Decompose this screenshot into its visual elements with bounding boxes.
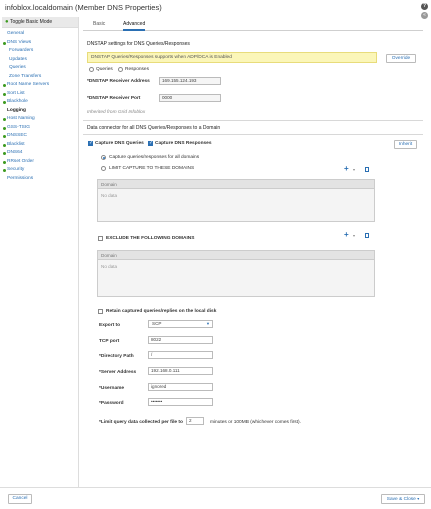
tcp-port-field[interactable]: 8022 <box>148 336 213 344</box>
sidebar-item[interactable]: Root Name Servers <box>2 81 78 90</box>
inherit-button[interactable]: Inherit <box>394 140 417 149</box>
footer: Cancel Save & Close ▾ <box>0 487 431 509</box>
exclude-domains-label: EXCLUDE THE FOLLOWING DOMAINS <box>106 236 195 241</box>
capture-responses-checkbox[interactable] <box>148 140 153 146</box>
retain-label: Retain captured queries/replies on the l… <box>106 309 217 314</box>
limit-domains-label: LIMIT CAPTURE TO THESE DOMAINS <box>109 166 195 171</box>
window-title: infoblox.localdomain (Member DNS Propert… <box>5 3 162 12</box>
inherited-note: Inherited from Grid Infoblox <box>87 110 146 115</box>
help-icon[interactable]: ? <box>421 3 428 10</box>
sidebar-item[interactable]: Blacklist <box>2 141 78 150</box>
queries-label: Queries <box>96 67 113 72</box>
cancel-button[interactable]: Cancel <box>8 494 32 504</box>
retain-checkbox[interactable] <box>98 309 103 314</box>
title-bar: infoblox.localdomain (Member DNS Propert… <box>0 0 431 19</box>
server-address-label: *Server Address <box>99 370 137 375</box>
sidebar-item[interactable]: Host Naming <box>2 115 78 124</box>
sidebar-item[interactable]: RRset Order <box>2 158 78 167</box>
username-field[interactable]: ignored <box>148 383 213 391</box>
directory-path-field[interactable]: / <box>148 351 213 359</box>
sidebar-item[interactable]: Queries <box>2 64 78 73</box>
sidebar-item[interactable]: Logging <box>2 107 78 116</box>
exclude-domains-checkbox[interactable] <box>98 236 103 241</box>
username-label: *Username <box>99 386 125 391</box>
sidebar-item[interactable]: DNSSEC <box>2 132 78 141</box>
export-to-select[interactable]: SCP ▼ <box>148 320 213 328</box>
responses-radio[interactable] <box>118 67 123 72</box>
sidebar-item[interactable]: GSS-TSIG <box>2 124 78 133</box>
chevron-down-icon: ▾ <box>417 496 420 501</box>
sidebar: ● Toggle Basic Mode General DNS Views Forw… <box>2 17 79 487</box>
receiver-port-field[interactable]: 0000 <box>159 94 221 102</box>
trash-icon[interactable] <box>365 167 369 172</box>
receiver-address-label: *DNSTAP Receiver Address <box>87 79 150 84</box>
sidebar-item[interactable]: Updates <box>2 56 78 65</box>
tab-basic[interactable]: Basic <box>93 21 105 31</box>
capture-queries-checkbox[interactable] <box>88 140 93 146</box>
domain-column-header: Domain <box>98 180 374 189</box>
section-divider <box>83 120 423 121</box>
password-label: *Password <box>99 401 124 406</box>
toggle-label: Toggle Basic Mode <box>9 19 53 25</box>
toggle-icon: ● <box>5 19 9 25</box>
dnstap-section-title: DNSTAP settings for DNS Queries/Response… <box>87 41 190 47</box>
sidebar-item[interactable]: Security <box>2 166 78 175</box>
no-data-text: No data <box>101 264 118 269</box>
sidebar-nav: General DNS Views Forwarders Updates Queries… <box>2 30 78 183</box>
password-field[interactable]: ••••••• <box>148 398 213 406</box>
tcp-port-label: TCP port <box>99 339 120 344</box>
sidebar-item[interactable]: DNS Views <box>2 39 78 48</box>
responses-label: Responses <box>125 67 149 72</box>
limit-domains-table: Domain No data <box>97 179 375 222</box>
sidebar-item[interactable]: Zone Transfers <box>2 73 78 82</box>
add-icon[interactable]: + <box>344 165 349 173</box>
chevron-down-icon[interactable]: ▾ <box>353 167 355 172</box>
tab-advanced[interactable]: Advanced <box>123 21 146 31</box>
limit-suffix: minutes or 100MB (whichever comes first)… <box>210 420 301 425</box>
chevron-down-icon: ▼ <box>206 321 210 326</box>
limit-field[interactable]: 2 <box>186 417 204 425</box>
sidebar-item[interactable]: General <box>2 30 78 39</box>
sidebar-item[interactable]: Forwarders <box>2 47 78 56</box>
capture-responses-label: Capture DNS Responses <box>155 141 212 146</box>
all-domains-radio[interactable] <box>101 155 106 160</box>
sidebar-item[interactable]: DNS64 <box>2 149 78 158</box>
chevron-down-icon[interactable]: ▾ <box>353 233 355 238</box>
save-close-label: Save & Close <box>386 497 416 502</box>
server-address-field[interactable]: 192.168.0.111 <box>148 367 213 375</box>
toggle-basic-mode[interactable]: ● Toggle Basic Mode <box>2 17 78 28</box>
trash-icon[interactable] <box>365 233 369 238</box>
save-close-button[interactable]: Save & Close ▾ <box>381 494 425 504</box>
tab-bar: Basic Advanced <box>83 18 423 31</box>
connector-section-title: Data connector for all DNS Queries/Respo… <box>87 125 221 131</box>
export-to-value: SCP <box>152 321 162 326</box>
sidebar-item[interactable]: Sort List <box>2 90 78 99</box>
queries-radio[interactable] <box>89 67 94 72</box>
section-divider <box>83 134 423 135</box>
limit-label: *Limit query data collected per file to <box>99 420 183 425</box>
directory-path-label: *Directory Path <box>99 354 134 359</box>
add-icon[interactable]: + <box>344 231 349 239</box>
no-data-text: No data <box>101 193 118 198</box>
export-to-label: Export to <box>99 323 121 328</box>
exclude-domains-table: Domain No data <box>97 250 375 297</box>
sidebar-item[interactable]: Blackhole <box>2 98 78 107</box>
receiver-address-field[interactable]: 169.155.124.193 <box>159 77 221 85</box>
capture-queries-label: Capture DNS Queries <box>95 141 144 146</box>
receiver-port-label: *DNSTAP Receiver Port <box>87 96 141 101</box>
limit-domains-radio[interactable] <box>101 166 106 171</box>
domain-column-header: Domain <box>98 251 374 260</box>
override-button[interactable]: Override <box>386 54 416 63</box>
all-domains-label: Capture queries/responses for all domain… <box>109 155 200 160</box>
sidebar-item[interactable]: Permissions <box>2 175 78 184</box>
dnstap-banner: DNSTAP Queries/Responses supports when A… <box>87 52 377 63</box>
